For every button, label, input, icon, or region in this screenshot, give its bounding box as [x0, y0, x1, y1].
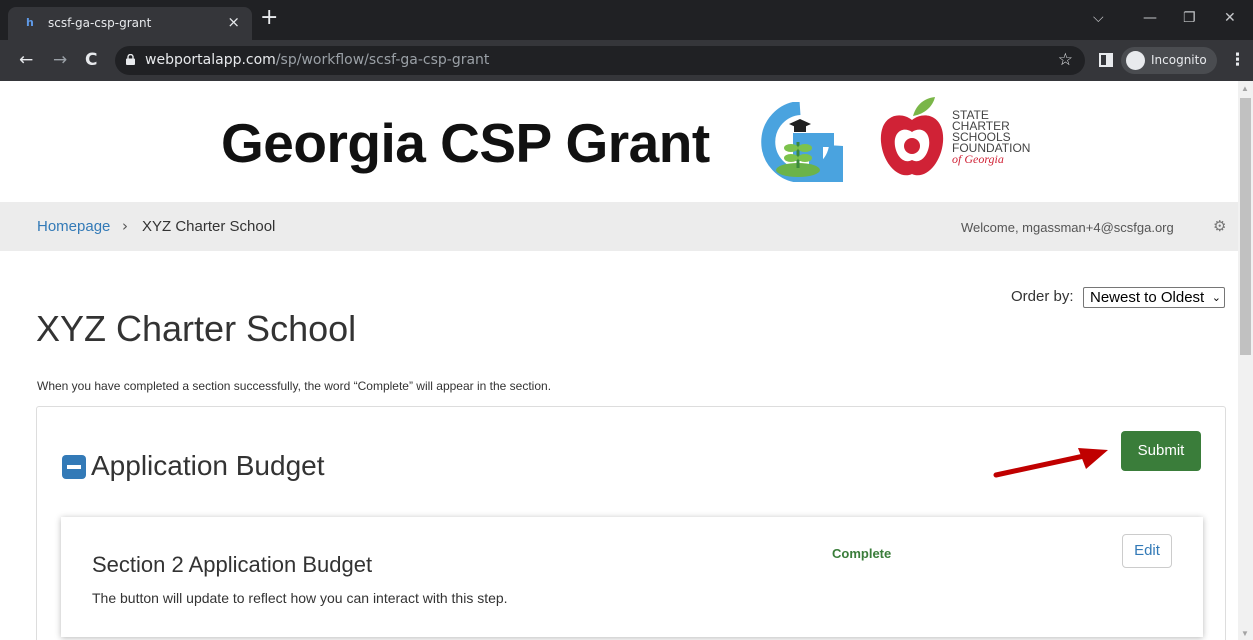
- forward-icon[interactable]: →: [53, 50, 67, 70]
- chevron-down-icon: ⌄: [1211, 291, 1221, 304]
- annotation-arrow-icon: [993, 448, 1108, 478]
- gear-icon[interactable]: ⚙: [1213, 217, 1226, 235]
- incognito-icon: [1126, 51, 1145, 70]
- page-scrollbar[interactable]: ▲ ▼: [1238, 81, 1253, 640]
- side-panel-icon[interactable]: [1099, 53, 1113, 67]
- scroll-up-icon[interactable]: ▲: [1241, 84, 1249, 93]
- address-bar[interactable]: webportalapp.com/sp/workflow/scsf-ga-csp…: [115, 46, 1085, 75]
- step-card: Section 2 Application Budget Complete Th…: [61, 517, 1203, 637]
- browser-menu-icon[interactable]: ⋮: [1229, 50, 1246, 70]
- minimize-icon[interactable]: —: [1143, 10, 1157, 26]
- application-budget-panel: Application Budget Submit Section 2 Appl…: [36, 406, 1226, 640]
- section-title: Application Budget: [91, 450, 325, 481]
- page-viewport: Georgia CSP Grant STATE CHARTER SCHOOLS …: [0, 81, 1253, 640]
- tab-search-chevron-icon[interactable]: ⌵: [1093, 10, 1104, 26]
- welcome-text: Welcome, mgassman+4@scsfga.org: [961, 220, 1174, 235]
- page-title: XYZ Charter School: [36, 308, 357, 349]
- edit-button[interactable]: Edit: [1122, 534, 1172, 568]
- reload-icon[interactable]: C: [85, 50, 97, 70]
- restore-icon[interactable]: ❐: [1183, 10, 1196, 26]
- collapse-icon[interactable]: [62, 455, 86, 479]
- header-banner: Georgia CSP Grant STATE CHARTER SCHOOLS …: [0, 81, 1238, 202]
- foundation-name: STATE CHARTER SCHOOLS FOUNDATION of Geor…: [952, 109, 1030, 166]
- breadcrumb: Homepage › XYZ Charter School Welcome, m…: [0, 202, 1238, 251]
- breadcrumb-home-link[interactable]: Homepage: [37, 218, 110, 235]
- banner-title: Georgia CSP Grant: [221, 112, 710, 174]
- breadcrumb-separator: ›: [122, 217, 128, 235]
- submit-button[interactable]: Submit: [1121, 431, 1201, 471]
- status-badge: Complete: [832, 546, 892, 561]
- browser-toolbar: ← → C webportalapp.com/sp/workflow/scsf-…: [0, 40, 1253, 81]
- step-title: Section 2 Application Budget: [92, 552, 373, 577]
- apple-logo: [880, 97, 944, 176]
- back-icon[interactable]: ←: [19, 50, 33, 70]
- incognito-badge[interactable]: Incognito: [1121, 47, 1217, 74]
- url-text[interactable]: webportalapp.com/sp/workflow/scsf-ga-csp…: [145, 52, 489, 68]
- incognito-label: Incognito: [1151, 53, 1207, 67]
- bookmark-star-icon[interactable]: ☆: [1058, 50, 1073, 70]
- scroll-down-icon[interactable]: ▼: [1241, 629, 1249, 638]
- order-by-label: Order by:: [1011, 288, 1074, 305]
- lock-icon: [126, 54, 135, 65]
- scrollbar-thumb[interactable]: [1240, 98, 1251, 355]
- order-by-value: Newest to Oldest: [1090, 289, 1205, 306]
- tab-favicon-icon: h: [26, 16, 34, 29]
- browser-tab[interactable]: h scsf-ga-csp-grant ×: [8, 7, 252, 40]
- tab-title: scsf-ga-csp-grant: [48, 16, 152, 30]
- tab-close-icon[interactable]: ×: [227, 13, 240, 31]
- order-by-select[interactable]: Newest to Oldest ⌄: [1083, 287, 1225, 308]
- georgia-g-logo: [761, 102, 843, 182]
- instructions-text: When you have completed a section succes…: [37, 379, 552, 393]
- new-tab-icon[interactable]: +: [260, 7, 278, 29]
- breadcrumb-current: XYZ Charter School: [142, 218, 276, 235]
- browser-tab-bar: h scsf-ga-csp-grant × + ⌵ — ❐ ✕: [0, 0, 1253, 40]
- close-window-icon[interactable]: ✕: [1224, 10, 1236, 26]
- step-description: The button will update to reflect how yo…: [92, 590, 508, 606]
- org-suffix: of Georgia: [952, 152, 1004, 166]
